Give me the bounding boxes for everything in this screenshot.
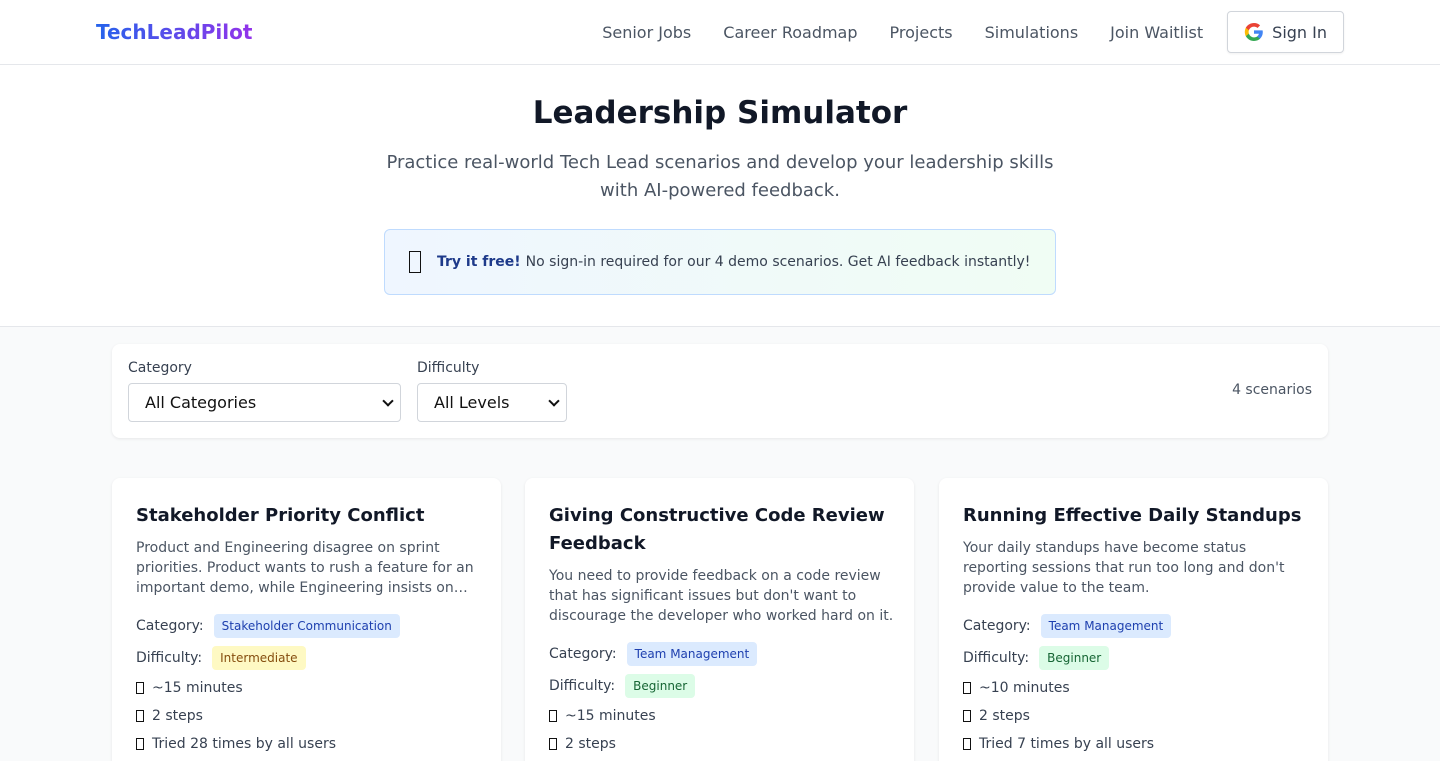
promo-text: No sign-in required for our 4 demo scena… — [525, 254, 1031, 270]
nav-senior-jobs[interactable]: Senior Jobs — [602, 23, 691, 42]
steps-text: 2 steps — [152, 708, 203, 724]
category-badge: Stakeholder Communication — [213, 614, 400, 638]
scenario-steps: 2 steps — [136, 706, 203, 726]
sign-in-button[interactable]: Sign In — [1227, 11, 1344, 53]
scenario-card-code-review-feedback[interactable]: Giving Constructive Code Review Feedback… — [525, 478, 914, 761]
scenario-steps: 2 steps — [963, 706, 1030, 726]
scenario-count: 4 scenarios — [1232, 382, 1312, 398]
category-select-value: All Categories — [145, 393, 257, 412]
difficulty-filter-label: Difficulty — [417, 360, 480, 376]
scenario-category-row: Category: Team Management — [963, 614, 1172, 638]
scenario-category-row: Category: Stakeholder Communication — [136, 614, 400, 638]
category-label: Category: — [963, 618, 1031, 634]
steps-icon — [963, 710, 971, 722]
category-badge: Team Management — [626, 642, 758, 666]
nav-projects[interactable]: Projects — [890, 23, 953, 42]
chevron-down-icon — [382, 395, 394, 407]
scenario-category-row: Category: Team Management — [549, 642, 758, 666]
steps-icon — [136, 710, 144, 722]
clock-icon — [549, 710, 557, 722]
category-select[interactable]: All Categories — [128, 383, 401, 422]
scenario-attempts: Tried 7 times by all users — [963, 734, 1154, 754]
nav-career-roadmap[interactable]: Career Roadmap — [723, 23, 857, 42]
difficulty-label: Difficulty: — [549, 678, 616, 694]
filter-bar: Category All Categories Difficulty All L… — [112, 344, 1328, 438]
promo-highlight: Try it free! — [437, 254, 521, 270]
scenario-difficulty-row: Difficulty: Beginner — [963, 646, 1110, 670]
steps-text: 2 steps — [565, 736, 616, 752]
duration-text: ~10 minutes — [979, 680, 1070, 696]
top-navigation-bar: TechLeadPilot Senior Jobs Career Roadmap… — [0, 0, 1440, 65]
scenario-description: Product and Engineering disagree on spri… — [136, 540, 474, 596]
duration-text: ~15 minutes — [565, 708, 656, 724]
steps-text: 2 steps — [979, 708, 1030, 724]
difficulty-badge: Beginner — [625, 674, 696, 698]
scenario-duration: ~10 minutes — [963, 678, 1070, 698]
scenario-difficulty-row: Difficulty: Beginner — [549, 674, 696, 698]
main-nav: Senior Jobs Career Roadmap Projects Simu… — [602, 11, 1344, 53]
attempts-text: Tried 7 times by all users — [979, 736, 1155, 752]
scenario-title: Running Effective Daily Standups — [963, 505, 1302, 526]
scenario-steps: 2 steps — [549, 734, 616, 754]
page-title: Leadership Simulator — [532, 95, 908, 131]
scenario-duration: ~15 minutes — [136, 678, 243, 698]
scenario-difficulty-row: Difficulty: Intermediate — [136, 646, 306, 670]
google-icon — [1244, 23, 1263, 41]
difficulty-label: Difficulty: — [963, 650, 1030, 666]
users-icon — [963, 738, 971, 750]
scenario-card-stakeholder-priority-conflict[interactable]: Stakeholder Priority Conflict Product an… — [112, 478, 501, 761]
clock-icon — [136, 682, 144, 694]
clock-icon — [963, 682, 971, 694]
duration-text: ~15 minutes — [152, 680, 243, 696]
category-label: Category: — [549, 646, 617, 662]
steps-icon — [549, 738, 557, 750]
nav-simulations[interactable]: Simulations — [985, 23, 1079, 42]
users-icon — [136, 738, 144, 750]
scenario-title: Stakeholder Priority Conflict — [136, 505, 425, 526]
scenario-card-daily-standups[interactable]: Running Effective Daily Standups Your da… — [939, 478, 1328, 761]
difficulty-label: Difficulty: — [136, 650, 203, 666]
scenario-title: Giving Constructive Code Review Feedback — [549, 505, 885, 554]
scenario-attempts: Tried 28 times by all users — [136, 734, 336, 754]
scenario-duration: ~15 minutes — [549, 706, 656, 726]
difficulty-badge: Beginner — [1039, 646, 1110, 670]
scenario-description: Your daily standups have become status r… — [963, 540, 1285, 596]
difficulty-select-value: All Levels — [434, 393, 510, 412]
page-subtitle: Practice real-world Tech Lead scenarios … — [386, 152, 1054, 201]
nav-join-waitlist[interactable]: Join Waitlist — [1110, 23, 1203, 42]
free-trial-banner: Try it free! No sign-in required for our… — [384, 229, 1056, 295]
chevron-down-icon — [548, 395, 560, 407]
sign-in-label: Sign In — [1272, 22, 1327, 42]
gift-icon — [409, 251, 421, 273]
difficulty-select[interactable]: All Levels — [417, 383, 567, 422]
category-badge: Team Management — [1040, 614, 1172, 638]
attempts-text: Tried 28 times by all users — [152, 736, 336, 752]
logo[interactable]: TechLeadPilot — [96, 20, 252, 44]
category-label: Category: — [136, 618, 204, 634]
category-filter-label: Category — [128, 360, 192, 376]
hero-section: Leadership Simulator Practice real-world… — [0, 65, 1440, 327]
scenario-description: You need to provide feedback on a code r… — [549, 568, 894, 624]
difficulty-badge: Intermediate — [212, 646, 306, 670]
